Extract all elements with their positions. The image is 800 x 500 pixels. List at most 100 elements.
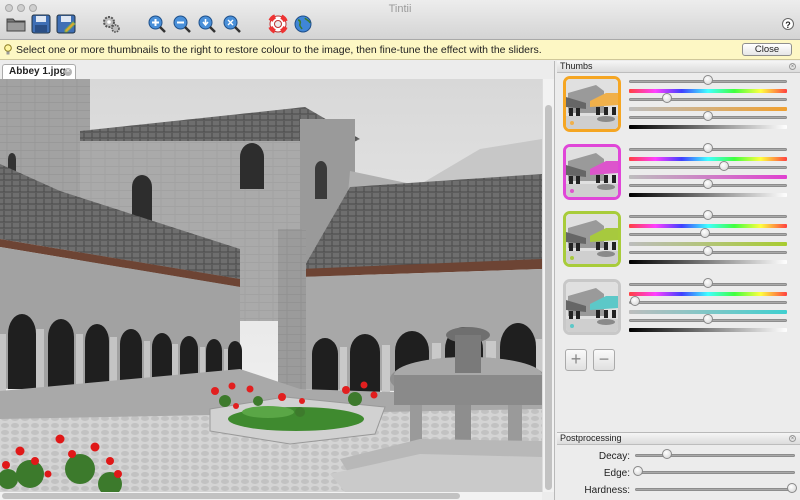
postprocessing-panel-title: Postprocessing xyxy=(560,433,622,443)
slider-track xyxy=(635,471,795,474)
slider-knob[interactable] xyxy=(703,111,713,121)
tab-label: Abbey 1.jpg xyxy=(9,66,66,77)
hue-strip xyxy=(629,89,787,93)
slider-track xyxy=(629,98,787,101)
folder-icon xyxy=(6,18,26,32)
slider-knob[interactable] xyxy=(662,449,672,459)
postprocessing-row: Decay: xyxy=(557,449,800,466)
brightness-strip xyxy=(629,125,787,129)
lifebuoy-icon xyxy=(268,14,288,34)
slider-knob[interactable] xyxy=(703,246,713,256)
tab-abbey[interactable]: Abbey 1.jpg × xyxy=(2,64,76,79)
remove-thumb-button[interactable]: − xyxy=(593,349,615,371)
floppy-pencil-icon xyxy=(56,14,76,34)
info-message: Select one or more thumbnails to the rig… xyxy=(16,44,542,56)
slider-track xyxy=(629,301,787,304)
vertical-scroll-thumb[interactable] xyxy=(545,105,552,490)
thumb-row xyxy=(561,143,795,204)
hue-strip xyxy=(629,157,787,161)
postprocessing-slider[interactable] xyxy=(635,449,795,464)
slider-track xyxy=(629,166,787,169)
slider-knob[interactable] xyxy=(703,210,713,220)
brightness-slider[interactable] xyxy=(629,314,787,329)
hue-strip xyxy=(629,224,787,228)
slider-knob[interactable] xyxy=(703,314,713,324)
postprocessing-panel-header: Postprocessing × xyxy=(557,433,800,445)
thumbnail[interactable] xyxy=(563,211,621,267)
hue-slider[interactable] xyxy=(629,143,787,158)
postprocessing-label: Hardness: xyxy=(584,485,630,496)
saturation-slider[interactable] xyxy=(629,93,787,108)
slider-knob[interactable] xyxy=(699,228,710,238)
help-button[interactable]: ? xyxy=(782,18,794,30)
slider-knob[interactable] xyxy=(703,75,713,85)
zoom-in-button[interactable] xyxy=(146,13,168,35)
vertical-scrollbar[interactable] xyxy=(542,79,554,492)
zoom-fit-icon xyxy=(198,15,216,33)
slider-knob[interactable] xyxy=(703,143,713,153)
horizontal-scroll-thumb[interactable] xyxy=(2,493,460,499)
thumb-row xyxy=(561,75,795,136)
hue-slider[interactable] xyxy=(629,75,787,90)
zoom-fit-button[interactable] xyxy=(196,13,218,35)
brightness-slider[interactable] xyxy=(629,179,787,194)
postprocessing-panel-close-icon[interactable]: × xyxy=(789,435,796,442)
zoom-out-button[interactable] xyxy=(171,13,193,35)
slider-knob[interactable] xyxy=(718,161,729,171)
tab-close-icon[interactable]: × xyxy=(64,68,72,76)
zoom-out-icon xyxy=(173,15,191,33)
title-bar: Tintii ? xyxy=(0,0,800,40)
save-button[interactable] xyxy=(30,13,52,35)
web-button[interactable] xyxy=(292,13,314,35)
help-lifebuoy-button[interactable] xyxy=(267,13,289,35)
postprocessing-label: Decay: xyxy=(598,451,630,462)
thumbnail-image xyxy=(566,147,618,197)
image-canvas[interactable] xyxy=(0,79,542,492)
slider-knob[interactable] xyxy=(630,296,641,306)
brightness-strip xyxy=(629,328,787,332)
document-area: Abbey 1.jpg × xyxy=(0,61,555,500)
postprocessing-slider[interactable] xyxy=(635,483,797,498)
brightness-slider[interactable] xyxy=(629,246,787,261)
zoom-actual-button[interactable] xyxy=(221,13,243,35)
thumbnail-image xyxy=(566,79,618,129)
postprocessing-row: Hardness: xyxy=(557,483,800,500)
horizontal-scrollbar[interactable] xyxy=(0,492,542,500)
slider-knob[interactable] xyxy=(703,179,713,189)
hue-slider[interactable] xyxy=(629,210,787,225)
slider-knob[interactable] xyxy=(703,278,713,288)
close-info-button[interactable]: Close xyxy=(742,43,792,56)
hue-slider[interactable] xyxy=(629,278,787,293)
slider-track xyxy=(635,454,795,457)
slider-knob[interactable] xyxy=(786,483,797,493)
hue-strip xyxy=(629,292,787,296)
cloister-photo xyxy=(0,79,542,492)
postprocessing-row: Edge: xyxy=(557,466,800,483)
thumb-row xyxy=(561,210,795,271)
thumbnail-image xyxy=(566,282,618,332)
thumbnail[interactable] xyxy=(563,144,621,200)
postprocessing-slider[interactable] xyxy=(633,466,795,481)
zoom-actual-icon xyxy=(223,15,241,33)
slider-knob[interactable] xyxy=(661,93,672,103)
gears-icon xyxy=(103,16,120,33)
zoom-in-icon xyxy=(148,15,166,33)
brightness-strip xyxy=(629,193,787,197)
thumbs-panel: Thumbs × + − xyxy=(557,61,800,430)
saturation-slider[interactable] xyxy=(629,228,787,243)
thumbs-panel-close-icon[interactable]: × xyxy=(789,63,796,70)
add-thumb-button[interactable]: + xyxy=(565,349,587,371)
saturation-slider[interactable] xyxy=(629,296,787,311)
thumb-row xyxy=(561,278,795,339)
thumbnail[interactable] xyxy=(563,76,621,132)
settings-button[interactable] xyxy=(100,13,122,35)
lightbulb-icon xyxy=(4,44,12,55)
open-button[interactable] xyxy=(5,13,27,35)
slider-knob[interactable] xyxy=(633,466,644,476)
info-bar: Select one or more thumbnails to the rig… xyxy=(0,40,800,60)
thumbs-panel-header: Thumbs × xyxy=(557,61,800,73)
brightness-slider[interactable] xyxy=(629,111,787,126)
thumbnail[interactable] xyxy=(563,279,621,335)
saturation-slider[interactable] xyxy=(629,161,787,176)
save-as-button[interactable] xyxy=(55,13,77,35)
